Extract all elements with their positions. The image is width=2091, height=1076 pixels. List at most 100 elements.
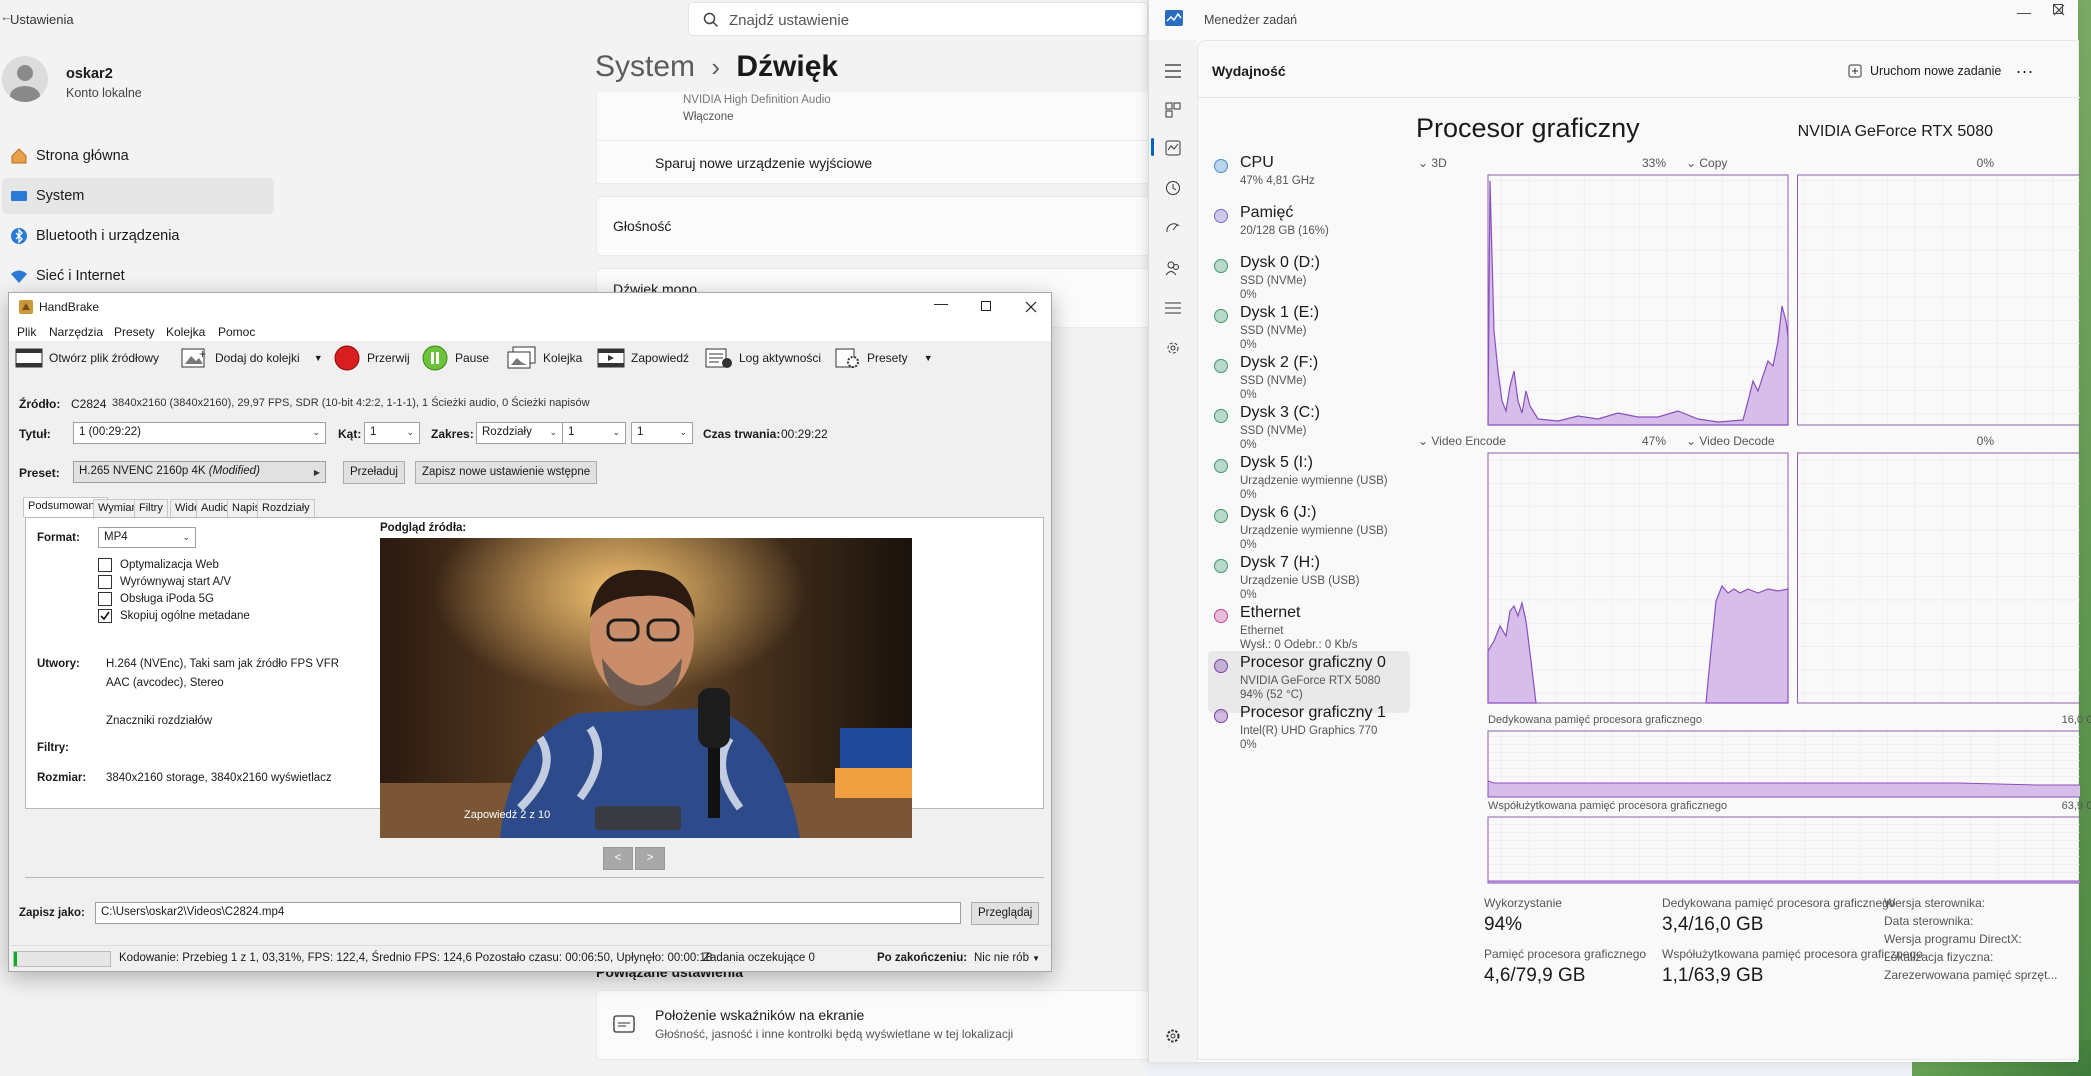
checkbox-1[interactable]	[98, 575, 112, 589]
performance-icon[interactable]	[1165, 140, 1181, 156]
task-manager-title: Menedżer zadań	[1204, 13, 1298, 27]
menu-presets[interactable]: Presety	[114, 325, 155, 339]
filters-label: Filtry:	[37, 742, 69, 754]
nav-item-network[interactable]: Sieć i Internet	[2, 258, 274, 294]
volume-card[interactable]: Głośność	[596, 196, 1152, 256]
track-audio: AAC (avcodec), Stereo	[106, 677, 224, 689]
preview-prev-button[interactable]: <	[603, 847, 633, 870]
breadcrumb-parent[interactable]: System	[595, 50, 695, 83]
nav-label: System	[36, 188, 85, 204]
preview-label: Zapowiedź	[631, 351, 690, 365]
breadcrumb: System › Dźwięk	[595, 50, 838, 84]
save-as-label: Zapisz jako:	[19, 907, 85, 919]
queue-icon	[507, 346, 536, 369]
task-manager-app-icon	[1165, 10, 1183, 26]
menu-tools[interactable]: Narzędzia	[49, 325, 103, 339]
presets-dropdown-icon[interactable]: ▼	[924, 353, 933, 363]
when-done-select[interactable]: Nic nie rób ▼	[974, 952, 1040, 964]
preset-select[interactable]: H.265 NVENC 2160p 4K (Modified) ▶	[73, 461, 326, 483]
when-done-value: Nic nie rób	[974, 952, 1029, 964]
tab-2[interactable]: Filtry	[134, 499, 168, 517]
browse-button[interactable]: Przeglądaj	[971, 902, 1040, 925]
track-chapters: Znaczniki rozdziałów	[106, 715, 213, 727]
settings-search-box[interactable]: Znajdź ustawienie	[688, 2, 1148, 36]
app-history-icon[interactable]	[1165, 180, 1181, 196]
checkbox-3[interactable]	[98, 609, 112, 623]
breadcrumb-separator: ›	[711, 52, 721, 82]
location-label: Lokalizacja fizyczna:	[1884, 950, 1994, 964]
nav-item-bluetooth[interactable]: Bluetooth i urządzenia	[2, 218, 274, 254]
add-queue-dropdown-icon[interactable]: ▼	[314, 353, 323, 363]
range-from-value: 1	[568, 426, 575, 438]
pause-button[interactable]: Pause	[421, 344, 489, 372]
range-type-select[interactable]: Rozdziały ⌄	[476, 422, 563, 444]
chevron-down-icon: ⌄	[549, 427, 557, 437]
graph-copy	[1797, 174, 2080, 426]
details-icon[interactable]	[1165, 300, 1181, 316]
source-info: 3840x2160 (3840x2160), 29,97 FPS, SDR (1…	[112, 397, 590, 409]
checkbox-0[interactable]	[98, 558, 112, 572]
activity-log-button[interactable]: Log aktywności	[705, 344, 821, 372]
hamburger-icon[interactable]	[1165, 64, 1181, 78]
menu-file[interactable]: Plik	[17, 325, 36, 339]
nav-item-home[interactable]: Strona główna	[2, 138, 274, 174]
minimize-icon[interactable]: —	[2017, 4, 2031, 20]
save-path-input[interactable]: C:\Users\oskar2\Videos\C2824.mp4	[95, 902, 961, 924]
nav-item-system[interactable]: System	[2, 178, 274, 214]
title-select[interactable]: 1 (00:29:22) ⌄	[73, 422, 326, 444]
pair-device-card[interactable]: Sparuj nowe urządzenie wyjściowe	[596, 140, 1152, 184]
checkmark-icon	[100, 611, 110, 621]
presets-button[interactable]: Presety ▼	[835, 344, 933, 372]
graph-dedicated-memory	[1487, 730, 2080, 798]
tab-6[interactable]: Rozdziały	[257, 499, 315, 517]
title-label: Tytuł:	[19, 427, 51, 441]
presets-icon	[835, 348, 859, 368]
checkbox-2[interactable]	[98, 592, 112, 606]
chevron-down-icon: ⌄	[406, 427, 414, 437]
angle-label: Kąt:	[338, 427, 362, 441]
reload-preset-button[interactable]: Przeładuj	[343, 461, 405, 484]
preset-label: Preset:	[19, 466, 60, 480]
pointer-position-card[interactable]: Położenie wskaźników na ekranie Głośność…	[596, 990, 1152, 1060]
hb-maximize-icon[interactable]	[981, 301, 991, 311]
range-to-select[interactable]: 1 ⌄	[631, 422, 693, 444]
queue-label: Kolejka	[543, 351, 583, 365]
stat-ded-label: Dedykowana pamięć procesora graficznego	[1662, 896, 1896, 910]
driver-version-label: Wersja sterownika:	[1884, 896, 1986, 910]
range-from-select[interactable]: 1 ⌄	[562, 422, 626, 444]
reserved-memory-label: Zarezerwowana pamięć sprzęt...	[1884, 968, 2058, 982]
hb-close-icon[interactable]	[1025, 301, 1037, 313]
directx-label: Wersja programu DirectX:	[1884, 932, 2022, 946]
preview-next-button[interactable]: >	[635, 847, 665, 870]
users-icon[interactable]	[1165, 260, 1181, 276]
save-preset-button[interactable]: Zapisz nowe ustawienie wstępne	[415, 461, 598, 484]
format-select[interactable]: MP4 ⌄	[98, 527, 196, 548]
avatar[interactable]	[2, 56, 48, 102]
services-icon[interactable]	[1165, 340, 1181, 356]
output-device-card[interactable]: NVIDIA High Definition Audio Włączone	[596, 92, 1152, 142]
source-preview-image	[380, 538, 912, 838]
close-icon[interactable]	[2053, 4, 2065, 16]
nav-label: Bluetooth i urządzenia	[36, 228, 180, 244]
add-to-queue-button[interactable]: + Dodaj do kolejki ▼	[181, 344, 323, 372]
queue-button[interactable]: Kolejka	[507, 344, 582, 372]
range-label: Zakres:	[431, 427, 474, 441]
chevron-right-icon: ▶	[313, 468, 320, 477]
settings-gear-icon[interactable]	[1165, 1028, 1181, 1044]
angle-select[interactable]: 1 ⌄	[364, 422, 420, 444]
hb-minimize-icon[interactable]: —	[934, 295, 948, 311]
open-source-button[interactable]: Otwórz plik źródłowy	[15, 344, 159, 372]
startup-apps-icon[interactable]	[1165, 220, 1181, 236]
preview-button[interactable]: Zapowiedź	[597, 344, 689, 372]
chevron-down-icon: ⌄	[182, 532, 190, 542]
menu-help[interactable]: Pomoc	[218, 325, 255, 339]
checkbox-label: Obsługa iPoda 5G	[120, 593, 214, 605]
panel-bottom-border	[25, 877, 1044, 878]
nav-label: Strona główna	[36, 148, 129, 164]
stop-button[interactable]: Przerwij	[333, 344, 410, 372]
menu-queue[interactable]: Kolejka	[166, 325, 205, 339]
volume-label: Głośność	[613, 218, 672, 234]
processes-icon[interactable]	[1165, 102, 1181, 118]
checkbox-label: Skopiuj ogólne metadane	[120, 610, 250, 622]
stat-gpumem-label: Pamięć procesora graficznego	[1484, 947, 1647, 961]
